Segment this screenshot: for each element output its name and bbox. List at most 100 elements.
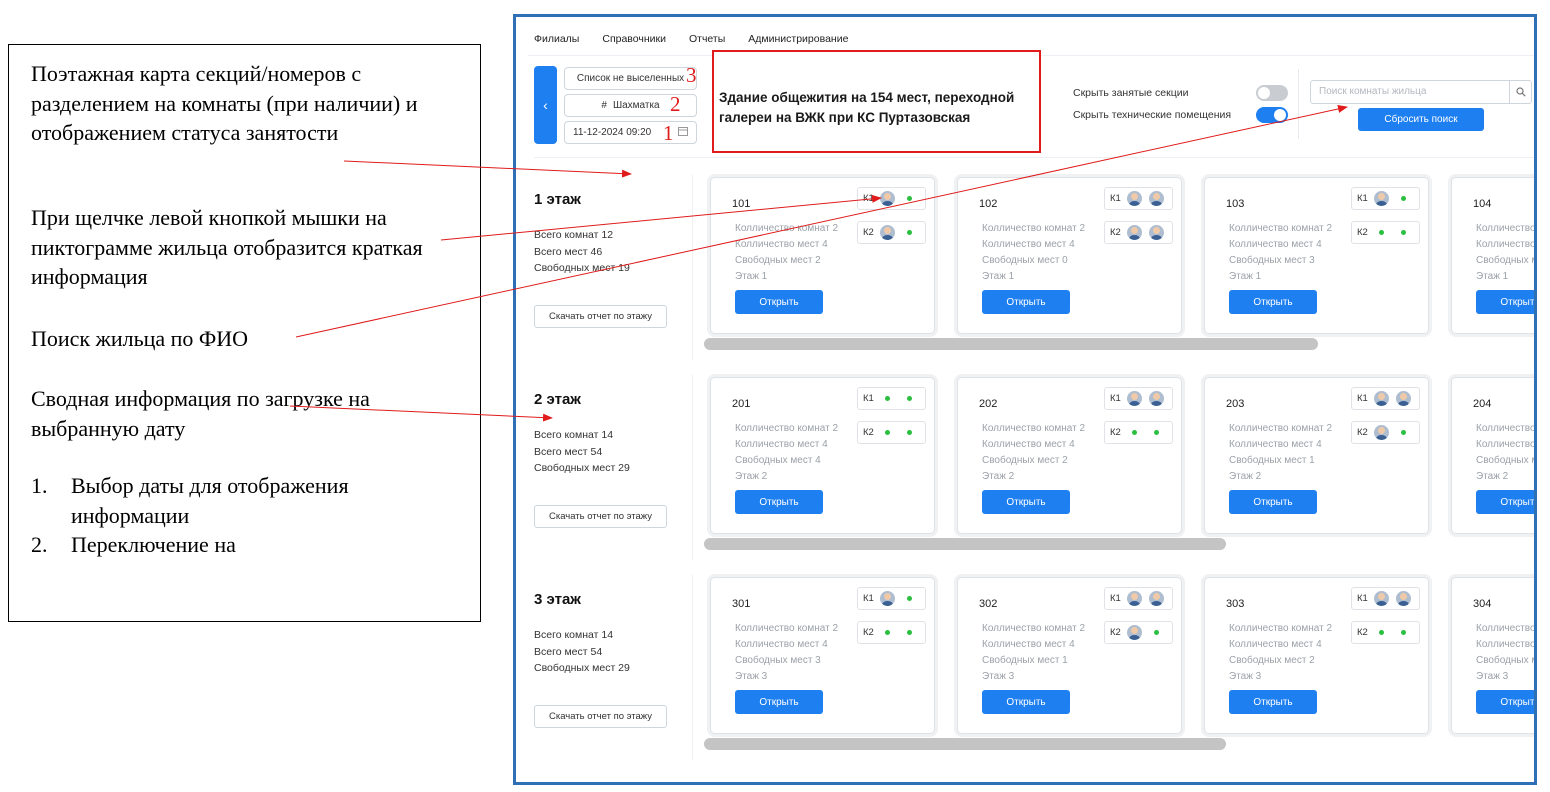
search-icon[interactable] (1509, 81, 1531, 103)
open-room-button[interactable]: Открыть (1229, 290, 1317, 314)
room-section-1[interactable]: К1 (857, 387, 926, 410)
section-label: К2 (1357, 627, 1368, 638)
unassigned-list-button[interactable]: Список не выселенных (564, 67, 697, 90)
reset-search-button[interactable]: Сбросить поиск (1358, 108, 1484, 131)
room-info-line: Этаж 2 (982, 471, 1015, 482)
resident-slot[interactable] (1149, 225, 1165, 241)
room-section-2[interactable]: К2 (857, 421, 926, 444)
horizontal-scrollbar[interactable] (704, 738, 1226, 750)
resident-avatar-icon[interactable] (1127, 191, 1143, 206)
room-number: 103 (1226, 198, 1245, 210)
room-section-2[interactable]: К2 (1351, 621, 1420, 644)
resident-slot[interactable] (1374, 391, 1390, 407)
room-section-2[interactable]: К2 (1104, 621, 1173, 644)
resident-avatar-icon[interactable] (1149, 191, 1165, 206)
download-floor-report-button[interactable]: Скачать отчет по этажу (534, 505, 667, 528)
resident-slot[interactable] (1374, 425, 1390, 441)
room-section-2[interactable]: К2 (1104, 421, 1173, 444)
room-section-2[interactable]: К2 (1351, 421, 1420, 444)
nav-item-directories[interactable]: Справочники (602, 33, 666, 45)
resident-slot[interactable] (1127, 225, 1143, 241)
resident-avatar-icon[interactable] (1127, 591, 1143, 606)
resident-slot[interactable] (880, 591, 896, 607)
date-picker[interactable]: 11-12-2024 09:20 (564, 121, 697, 144)
open-room-button[interactable]: Открыть (982, 290, 1070, 314)
section-label: К2 (863, 427, 874, 438)
room-info-line: Колличество мест 4 (982, 439, 1075, 450)
resident-avatar-icon[interactable] (1149, 391, 1165, 406)
room-info-line: Этаж 1 (1229, 271, 1262, 282)
room-section-2[interactable]: К2 (1104, 221, 1173, 244)
room-info: Колличество комнат 2 Колличество мест 4 Св… (1476, 421, 1534, 485)
room-section-1[interactable]: К1 (857, 587, 926, 610)
resident-slot[interactable] (1149, 391, 1165, 407)
resident-slot[interactable] (1127, 591, 1143, 607)
open-room-button[interactable]: Открыть (982, 490, 1070, 514)
open-room-button[interactable]: Открыть (735, 290, 823, 314)
resident-avatar-icon[interactable] (880, 591, 896, 606)
nav-item-administration[interactable]: Администрирование (748, 33, 848, 45)
horizontal-scrollbar[interactable] (704, 338, 1318, 350)
download-floor-report-button[interactable]: Скачать отчет по этажу (534, 305, 667, 328)
resident-search-input[interactable]: Поиск комнаты жильца (1310, 80, 1532, 104)
nav-item-reports[interactable]: Отчеты (689, 33, 725, 45)
resident-avatar-icon[interactable] (1127, 625, 1143, 640)
open-room-button[interactable]: Открыть (1476, 490, 1534, 514)
hide-technical-toggle[interactable] (1256, 107, 1288, 123)
floor-stat-line: Свободных мест 29 (534, 662, 630, 674)
resident-slot[interactable] (1149, 191, 1165, 207)
open-room-button[interactable]: Открыть (1476, 290, 1534, 314)
resident-avatar-icon[interactable] (880, 191, 896, 206)
horizontal-scrollbar[interactable] (704, 538, 1226, 550)
nav-item-branches[interactable]: Филиалы (534, 33, 579, 45)
resident-avatar-icon[interactable] (1149, 591, 1165, 606)
resident-slot[interactable] (1127, 391, 1143, 407)
room-section-1[interactable]: К1 (1104, 387, 1173, 410)
resident-avatar-icon[interactable] (1374, 191, 1390, 206)
resident-slot[interactable] (1374, 191, 1390, 207)
resident-avatar-icon[interactable] (1396, 591, 1412, 606)
resident-slot[interactable] (880, 225, 896, 241)
room-section-1[interactable]: К1 (1351, 387, 1420, 410)
resident-slot[interactable] (1127, 625, 1143, 641)
open-room-button[interactable]: Открыть (1476, 690, 1534, 714)
open-room-button[interactable]: Открыть (1229, 690, 1317, 714)
free-bed-slot (1149, 625, 1165, 641)
hide-occupied-toggle[interactable] (1256, 85, 1288, 101)
resident-avatar-icon[interactable] (1374, 591, 1390, 606)
room-section-1[interactable]: К1 (1104, 587, 1173, 610)
room-section-1[interactable]: К1 (1104, 187, 1173, 210)
room-section-2[interactable]: К2 (1351, 221, 1420, 244)
resident-avatar-icon[interactable] (1374, 425, 1390, 440)
room-number: 204 (1473, 398, 1492, 410)
floor-stat-line: Всего комнат 14 (534, 429, 614, 441)
room-section-2[interactable]: К2 (857, 621, 926, 644)
resident-slot[interactable] (1127, 191, 1143, 207)
resident-avatar-icon[interactable] (1127, 225, 1143, 240)
open-room-button[interactable]: Открыть (735, 690, 823, 714)
room-section-1[interactable]: К1 (857, 187, 926, 210)
room-info-line: Свободных мест 3 (735, 655, 821, 666)
resident-slot[interactable] (1149, 591, 1165, 607)
resident-slot[interactable] (1396, 391, 1412, 407)
resident-avatar-icon[interactable] (1396, 391, 1412, 406)
resident-slot[interactable] (1396, 591, 1412, 607)
open-room-button[interactable]: Открыть (1229, 490, 1317, 514)
resident-avatar-icon[interactable] (1374, 391, 1390, 406)
section-label: К1 (863, 193, 874, 204)
open-room-button[interactable]: Открыть (735, 490, 823, 514)
free-bed-dot-icon (885, 396, 891, 401)
open-room-button[interactable]: Открыть (982, 690, 1070, 714)
room-number: 104 (1473, 198, 1492, 210)
room-section-1[interactable]: К1 (1351, 587, 1420, 610)
resident-avatar-icon[interactable] (1149, 225, 1165, 240)
room-section-1[interactable]: К1 (1351, 187, 1420, 210)
resident-avatar-icon[interactable] (880, 225, 896, 240)
room-section-2[interactable]: К2 (857, 221, 926, 244)
resident-slot[interactable] (880, 191, 896, 207)
resident-slot[interactable] (1374, 591, 1390, 607)
download-floor-report-button[interactable]: Скачать отчет по этажу (534, 705, 667, 728)
section-label: К1 (863, 393, 874, 404)
resident-avatar-icon[interactable] (1127, 391, 1143, 406)
collapse-sidebar-button[interactable]: ‹ (534, 66, 557, 144)
